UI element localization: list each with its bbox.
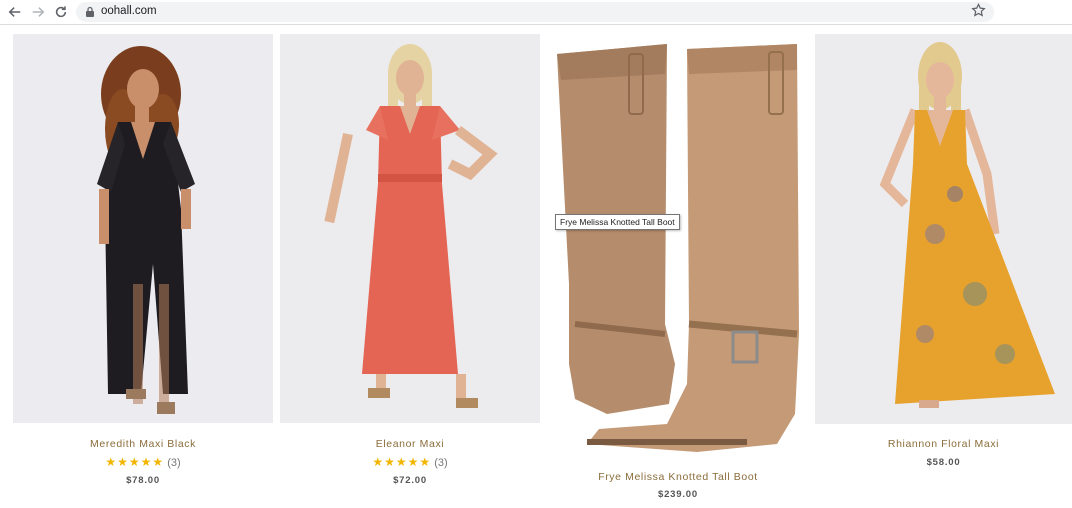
product-rating: ★★★★★ (3) [280,455,540,469]
reload-icon[interactable] [52,3,70,21]
address-bar[interactable]: oohall.com [76,2,994,22]
product-price: $72.00 [393,475,427,486]
url-text: oohall.com [101,5,157,17]
product-rating: ★★★★★ (3) [13,455,273,469]
product-image[interactable] [815,34,1072,424]
bookmark-star-icon[interactable] [971,3,986,18]
lock-icon [86,6,94,17]
product-name[interactable]: Meredith Maxi Black [13,438,273,450]
product-card[interactable]: Meredith Maxi Black ★★★★★ (3) $78.00 [13,34,273,494]
product-image[interactable] [547,34,809,456]
product-image[interactable] [280,34,540,423]
forward-arrow-icon[interactable] [29,3,47,21]
browser-toolbar: oohall.com [0,0,1072,25]
hover-tooltip: Frye Melissa Knotted Tall Boot [555,214,680,230]
product-image[interactable] [13,34,273,423]
rating-stars-icon: ★★★★★ [105,455,165,469]
product-card[interactable]: Eleanor Maxi ★★★★★ (3) $72.00 [280,34,540,494]
back-arrow-icon[interactable] [6,3,24,21]
product-price: $58.00 [926,457,961,468]
rating-stars-icon: ★★★★★ [372,455,432,469]
product-card[interactable]: Frye Melissa Knotted Tall Boot $239.00 [547,34,809,508]
product-name[interactable]: Rhiannon Floral Maxi [815,438,1072,450]
product-price: $239.00 [658,489,698,500]
product-name[interactable]: Eleanor Maxi [280,438,540,450]
product-price: $78.00 [126,475,160,486]
product-name[interactable]: Frye Melissa Knotted Tall Boot [547,471,809,483]
review-count[interactable]: (3) [434,457,447,469]
product-card[interactable]: Rhiannon Floral Maxi $58.00 [815,34,1072,494]
review-count[interactable]: (3) [167,457,180,469]
